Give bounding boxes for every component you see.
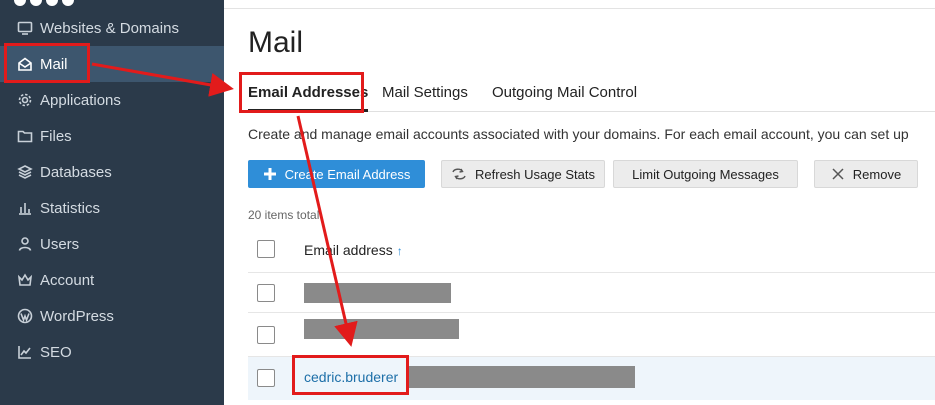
sidebar-item-label: Statistics [40,199,101,217]
row-checkbox[interactable] [257,326,275,344]
page-description: Create and manage email accounts associa… [248,126,909,142]
items-count: 20 items total [248,208,320,222]
limit-outgoing-messages-button[interactable]: Limit Outgoing Messages [613,160,798,188]
sidebar-item-label: Account [40,271,95,289]
sidebar-item-account[interactable]: Account [0,262,224,298]
sidebar-item-databases[interactable]: Databases [0,154,224,190]
sort-arrow-icon: ↑ [396,244,403,258]
sidebar-item-label: Users [40,235,80,253]
redacted-email [304,319,459,339]
sidebar-item-files[interactable]: Files [0,118,224,154]
sidebar-item-seo[interactable]: SEO [0,334,224,370]
bar-chart-icon [16,199,34,217]
main-content: Mail Email Addresses Mail Settings Outgo… [224,0,935,405]
row-checkbox[interactable] [257,284,275,302]
sidebar-item-users[interactable]: Users [0,226,224,262]
create-email-address-label: Create Email Address [284,166,411,182]
refresh-icon [451,167,467,181]
column-header-label: Email address [304,242,393,258]
crown-icon [16,271,34,289]
table-header-row: Email address ↑ [248,232,935,272]
chart-line-icon [16,343,34,361]
database-icon [16,163,34,181]
sidebar-item-statistics[interactable]: Statistics [0,190,224,226]
plus-icon [263,167,277,181]
close-icon [831,167,845,181]
gear-icon [16,91,34,109]
folder-icon [16,127,34,145]
remove-button[interactable]: Remove [814,160,918,188]
tab-mail-settings[interactable]: Mail Settings [382,84,468,112]
create-email-address-button[interactable]: Create Email Address [248,160,425,188]
page-title: Mail [248,26,304,59]
email-column-header[interactable]: Email address ↑ [304,242,403,258]
sidebar-item-applications[interactable]: Applications [0,82,224,118]
sidebar-item-label: WordPress [40,307,114,325]
annotation-box-mail [4,43,90,83]
refresh-usage-stats-label: Refresh Usage Stats [475,166,595,182]
sidebar-item-label: Websites & Domains [40,19,179,37]
remove-label: Remove [852,166,902,182]
redacted-domain [407,366,635,388]
sidebar-item-label: SEO [40,343,72,361]
monitor-icon [16,19,34,37]
sidebar-item-wordpress[interactable]: WordPress [0,298,224,334]
refresh-usage-stats-button[interactable]: Refresh Usage Stats [441,160,605,188]
annotation-box-email-addresses [239,72,364,113]
user-icon [16,235,34,253]
limit-outgoing-messages-label: Limit Outgoing Messages [632,166,779,182]
top-divider [224,8,935,9]
sidebar-item-label: Applications [40,91,121,109]
sidebar-item-label: Databases [40,163,112,181]
wordpress-icon [16,307,34,325]
row-checkbox[interactable] [257,369,275,387]
table-row[interactable] [248,272,935,312]
annotation-box-email-link [292,355,409,395]
logo-dots [0,0,224,8]
sidebar-item-websites-domains[interactable]: Websites & Domains [0,10,224,46]
table-row[interactable] [248,312,935,356]
redacted-email [304,283,451,303]
sidebar-item-label: Files [40,127,72,145]
select-all-checkbox[interactable] [257,240,275,258]
tab-outgoing-mail-control[interactable]: Outgoing Mail Control [492,84,637,112]
